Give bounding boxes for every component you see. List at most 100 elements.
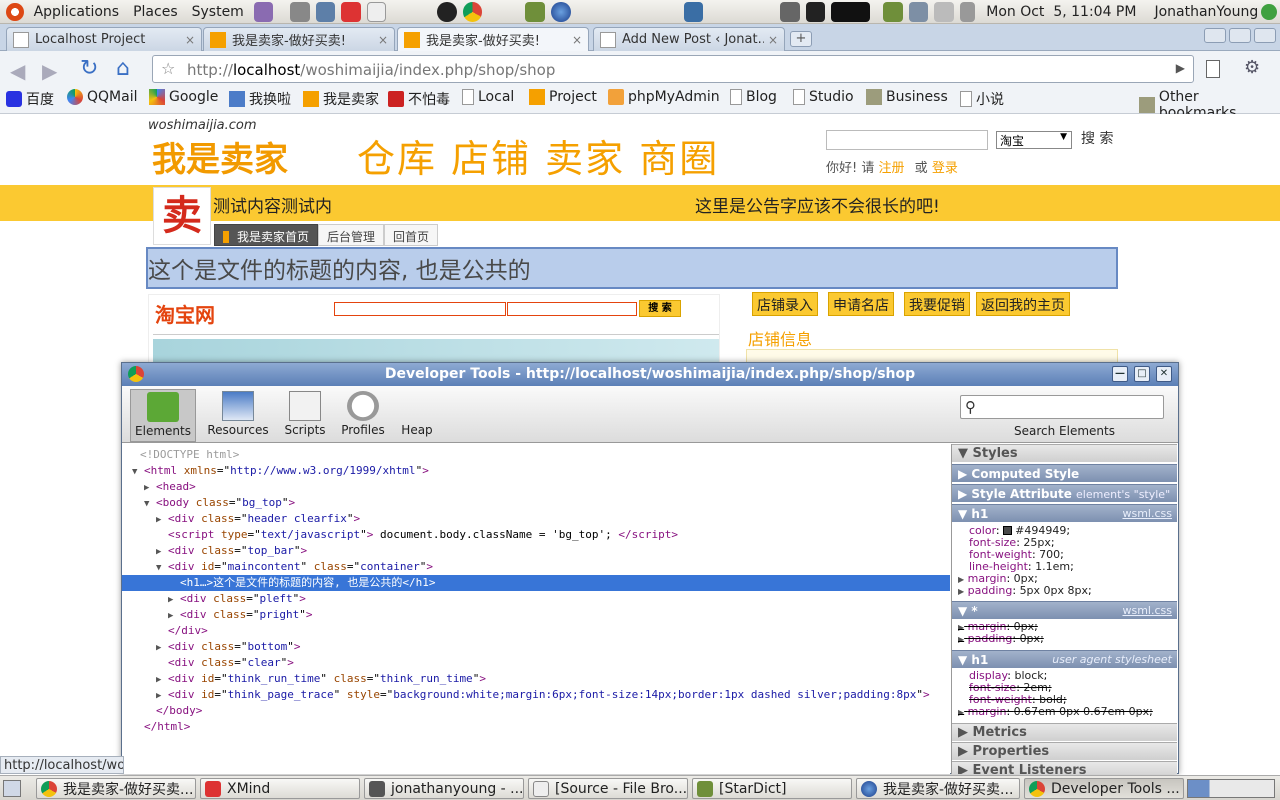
promotion-button[interactable]: 我要促销 bbox=[904, 292, 970, 316]
expand-triangle-icon[interactable]: ▼ bbox=[144, 496, 156, 512]
tab-woshimaijia-2[interactable]: 我是卖家-做好买卖! × bbox=[397, 27, 589, 51]
globe-icon[interactable] bbox=[551, 1, 571, 22]
expand-triangle-icon[interactable]: ▶ bbox=[168, 608, 180, 624]
dom-node[interactable]: <!DOCTYPE html> bbox=[122, 447, 950, 463]
dom-node[interactable]: ▼ <html xmlns="http://www.w3.org/1999/xht… bbox=[122, 463, 950, 479]
devtools-minimize-button[interactable]: — bbox=[1112, 366, 1128, 382]
volume-icon[interactable] bbox=[959, 1, 976, 22]
bookmark-baidu[interactable]: 百度 bbox=[6, 89, 54, 109]
workspace-switcher[interactable] bbox=[1187, 779, 1275, 798]
terminal-screen-icon[interactable] bbox=[315, 1, 336, 22]
menu-places[interactable]: Places bbox=[126, 4, 185, 20]
tab-localhost-project[interactable]: Localhost Project × bbox=[6, 27, 202, 51]
tab-close-icon[interactable]: × bbox=[768, 33, 778, 47]
site-search-button[interactable]: 搜 索 bbox=[1081, 128, 1113, 148]
expand-triangle-icon[interactable]: ▶ bbox=[958, 587, 964, 596]
terminal-icon[interactable] bbox=[805, 1, 826, 22]
ubuntu-logo-icon[interactable] bbox=[6, 2, 24, 21]
search-elements-input[interactable]: ⚲ bbox=[960, 395, 1164, 419]
network-icon[interactable] bbox=[908, 1, 929, 22]
show-desktop-icon[interactable] bbox=[3, 780, 21, 797]
dom-node[interactable]: <script type="text/javascript"> document… bbox=[122, 527, 950, 543]
dom-node[interactable]: </div> bbox=[122, 623, 950, 639]
computed-style-header[interactable]: ▶ Computed Style bbox=[952, 464, 1177, 482]
register-link[interactable]: 注册 bbox=[879, 161, 905, 176]
menu-applications[interactable]: Applications bbox=[27, 4, 127, 20]
power-icon[interactable] bbox=[1261, 3, 1277, 20]
settings-gear-icon[interactable] bbox=[290, 1, 310, 22]
user-name[interactable]: JonathanYoung bbox=[1154, 4, 1258, 20]
printer-icon[interactable] bbox=[934, 1, 954, 22]
page-menu-icon[interactable] bbox=[1206, 60, 1220, 78]
dom-node[interactable]: ▶ <div class="pright"> bbox=[122, 607, 950, 623]
expand-triangle-icon[interactable]: ▼ bbox=[156, 560, 168, 576]
tool-scripts[interactable]: Scripts bbox=[272, 389, 338, 442]
star-bookmark-icon[interactable]: ☆ bbox=[161, 59, 175, 78]
rule-h1-wsml-header[interactable]: ▼ h1 wsml.css bbox=[952, 504, 1177, 522]
dom-node[interactable]: </body> bbox=[122, 703, 950, 719]
site-search-select[interactable]: 淘宝 ▼ bbox=[996, 131, 1072, 149]
event-listeners-header[interactable]: ▶ Event Listeners bbox=[952, 761, 1177, 774]
clock[interactable]: Mon Oct 5, 11:04 PM bbox=[986, 4, 1136, 20]
virtualbox-icon[interactable] bbox=[683, 1, 704, 22]
back-home-button[interactable]: 返回我的主页 bbox=[976, 292, 1070, 316]
tab-add-new-post[interactable]: Add New Post ‹ Jonat… × bbox=[593, 27, 785, 51]
task-file-browser[interactable]: [Source - File Bro... bbox=[528, 778, 688, 799]
dom-tree[interactable]: <!DOCTYPE html> ▼ <html xmlns="http://www.… bbox=[122, 444, 950, 774]
dom-node[interactable]: ▶ <div id="think_page_trace" style="backg… bbox=[122, 687, 950, 703]
tab-close-icon[interactable]: × bbox=[378, 33, 388, 47]
task-chrome-woshimaijia[interactable]: 我是卖家-做好买卖... bbox=[36, 778, 196, 799]
css-property[interactable]: ▶ margin: 0.67em 0px 0.67em 0px; bbox=[952, 706, 1177, 718]
address-bar[interactable]: ☆ http://localhost/woshimaijia/index.php… bbox=[152, 55, 1194, 83]
dictionary-icon[interactable] bbox=[883, 1, 903, 22]
bookmark-wohuanla[interactable]: 我换啦 bbox=[229, 89, 291, 109]
color-swatch-icon[interactable] bbox=[1003, 526, 1013, 535]
expand-triangle-icon[interactable]: ▶ bbox=[958, 623, 964, 632]
expand-triangle-icon[interactable]: ▶ bbox=[156, 688, 168, 704]
expand-triangle-icon[interactable]: ▶ bbox=[156, 672, 168, 688]
screenshot-icon[interactable] bbox=[780, 1, 800, 22]
expand-triangle-icon[interactable]: ▶ bbox=[958, 635, 964, 644]
bookmark-studio[interactable]: Studio bbox=[793, 89, 854, 105]
window-restore-button[interactable] bbox=[1229, 28, 1251, 43]
window-minimize-button[interactable] bbox=[1204, 28, 1226, 43]
site-logo[interactable]: 我是卖家 bbox=[152, 132, 288, 181]
rule-h1-ua-header[interactable]: ▼ h1 user agent stylesheet bbox=[952, 650, 1177, 668]
expand-triangle-icon[interactable]: ▶ bbox=[168, 592, 180, 608]
reload-icon[interactable]: ↻ bbox=[80, 56, 98, 81]
devtools-titlebar[interactable]: Developer Tools - http://localhost/woshi… bbox=[122, 363, 1178, 386]
site-nav[interactable]: 仓库 店铺 卖家 商圈 bbox=[357, 128, 719, 183]
qq-penguin-icon[interactable] bbox=[437, 1, 457, 22]
bookmark-blog[interactable]: Blog bbox=[730, 89, 777, 105]
back-arrow-icon[interactable]: ◀ bbox=[10, 59, 25, 83]
stardict-icon[interactable] bbox=[525, 1, 545, 22]
devtools-maximize-button[interactable]: □ bbox=[1134, 366, 1150, 382]
dom-node-selected[interactable]: <h1…>这个是文件的标题的内容, 也是公共的</h1> bbox=[122, 575, 950, 591]
expand-triangle-icon[interactable]: ▶ bbox=[958, 575, 964, 584]
task-devtools[interactable]: Developer Tools ... bbox=[1024, 778, 1184, 799]
metrics-header[interactable]: ▶ Metrics bbox=[952, 723, 1177, 741]
forward-arrow-icon[interactable]: ▶ bbox=[42, 59, 57, 83]
bookmark-business[interactable]: Business bbox=[866, 89, 948, 105]
new-tab-button[interactable]: + bbox=[790, 31, 812, 47]
dom-node[interactable]: ▶ <div id="think_run_time" class="think_r… bbox=[122, 671, 950, 687]
chrome-icon[interactable] bbox=[462, 1, 483, 22]
dom-node[interactable]: ▶ <div class="header clearfix"> bbox=[122, 511, 950, 527]
tab-woshimaijia-1[interactable]: 我是卖家-做好买卖! × bbox=[203, 27, 395, 51]
site-search-input[interactable] bbox=[826, 130, 988, 150]
styles-section-header[interactable]: ▼ Styles bbox=[952, 444, 1177, 462]
properties-header[interactable]: ▶ Properties bbox=[952, 742, 1177, 760]
home-icon[interactable]: ⌂ bbox=[116, 56, 130, 81]
bookmark-bupadu[interactable]: 不怕毒 bbox=[388, 89, 450, 109]
tool-elements[interactable]: Elements bbox=[130, 389, 196, 442]
bookmark-qqmail[interactable]: QQMail bbox=[67, 89, 137, 105]
tool-heap[interactable]: Heap bbox=[384, 389, 450, 442]
tab-close-icon[interactable]: × bbox=[185, 33, 195, 47]
dom-node[interactable]: <div class="clear"> bbox=[122, 655, 950, 671]
pidgin-icon[interactable] bbox=[253, 1, 274, 22]
subtab-seller-home[interactable]: 我是卖家首页 bbox=[214, 224, 319, 246]
wrench-icon[interactable]: ⚙ bbox=[1244, 57, 1260, 78]
bookmark-xiaoshuo[interactable]: 小说 bbox=[960, 89, 1004, 109]
go-arrow-icon[interactable]: ▶ bbox=[1176, 61, 1185, 75]
dom-node[interactable]: ▼ <body class="bg_top"> bbox=[122, 495, 950, 511]
